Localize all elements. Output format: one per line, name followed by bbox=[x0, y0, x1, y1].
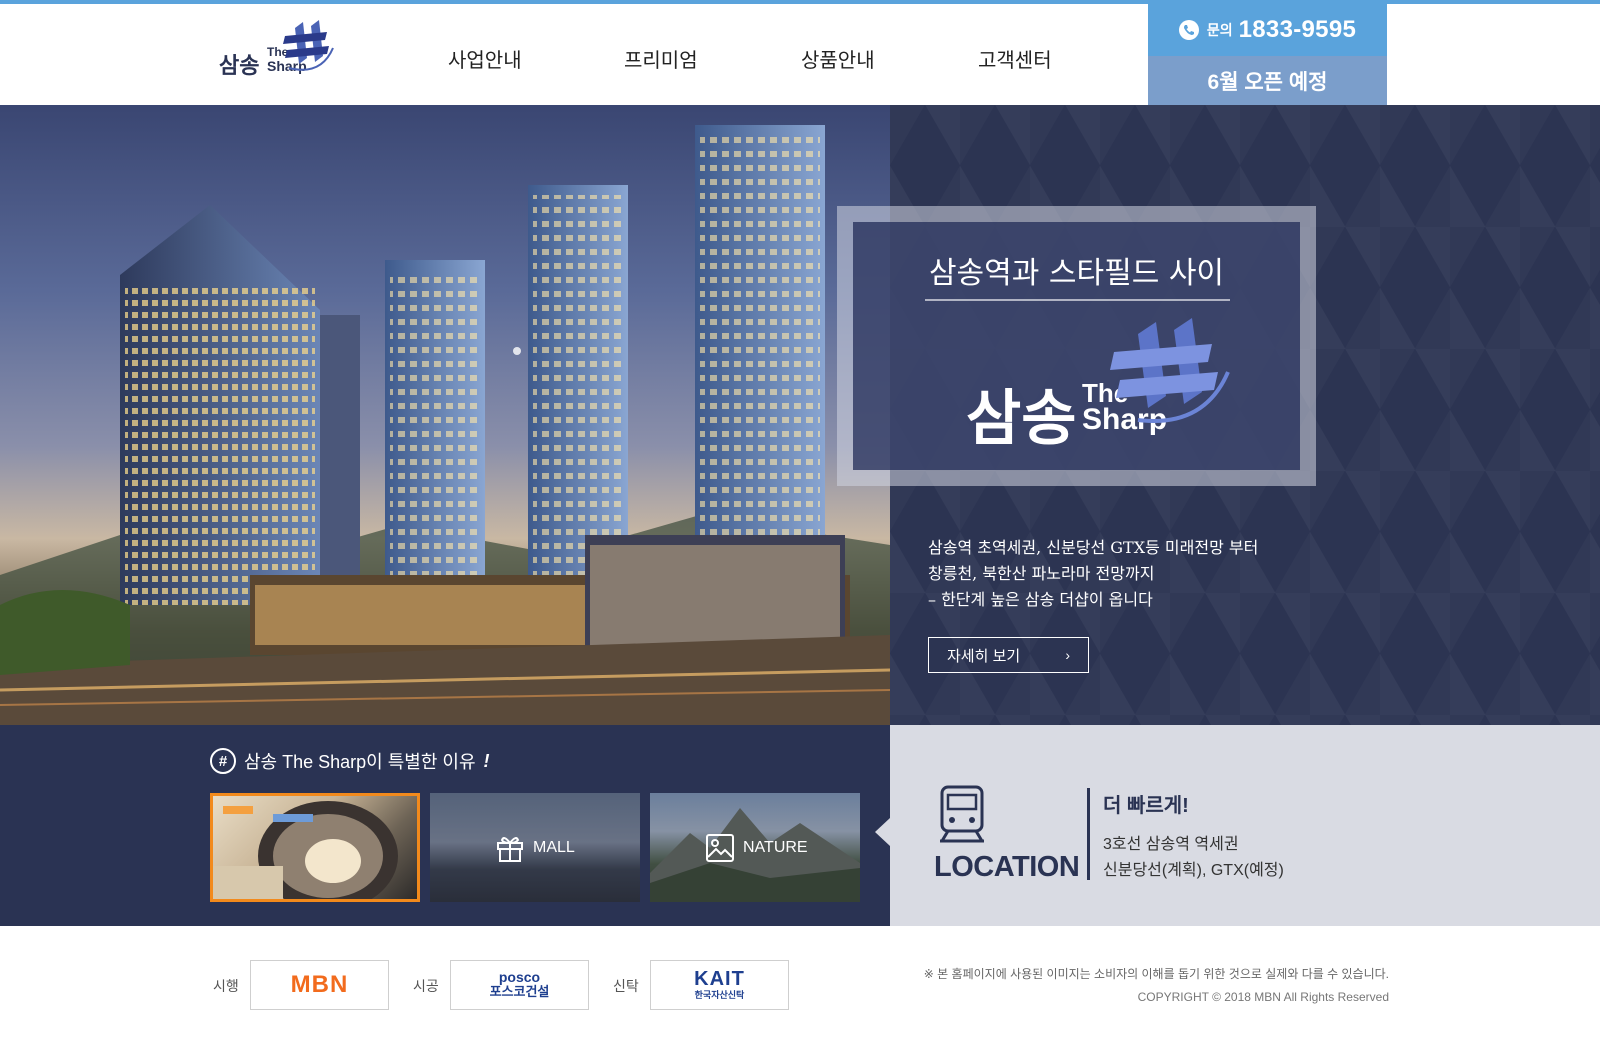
kait-logo-en: KAIT bbox=[694, 968, 745, 990]
building-illustration bbox=[0, 125, 890, 725]
hash-icon: # bbox=[210, 748, 236, 774]
kait-logo-ko: 한국자산신탁 bbox=[694, 990, 745, 1000]
hero-sharp-mark-icon bbox=[1110, 318, 1230, 423]
logo-korean: 삼송 bbox=[219, 53, 260, 78]
chevron-right-icon: › bbox=[1065, 647, 1070, 663]
partner-logo-posco: posco 포스코건설 bbox=[450, 960, 589, 1010]
more-details-button[interactable]: 자세히 보기 › bbox=[928, 637, 1089, 673]
reason-thumb-nature[interactable]: NATURE bbox=[650, 793, 860, 902]
gift-icon bbox=[497, 837, 523, 862]
desc-line-1: 삼송역 초역세권, 신분당선 GTX등 미래전망 부터 bbox=[928, 538, 1259, 557]
section-pointer bbox=[875, 818, 890, 846]
mbn-logo-text: MBN bbox=[290, 971, 349, 998]
main-nav: 사업안내 프리미엄 상품안내 고객센터 bbox=[430, 44, 1080, 74]
location-headline: 더 빠르게! bbox=[1103, 795, 1189, 817]
mall-label-text: MALL bbox=[533, 839, 575, 856]
more-details-label: 자세히 보기 bbox=[947, 647, 1021, 665]
reasons-title-text: 삼송 The Sharp이 특별한 이유 bbox=[244, 752, 476, 772]
location-divider bbox=[1087, 788, 1090, 880]
nav-products[interactable]: 상품안내 bbox=[801, 44, 875, 73]
posco-logo-en: posco bbox=[498, 969, 541, 985]
desc-line-2: 창릉천, 북한산 파노라마 전망까지 bbox=[928, 564, 1155, 583]
site-logo[interactable]: 삼송 The Sharp bbox=[219, 16, 349, 86]
location-section bbox=[890, 725, 1600, 926]
phone-label: 문의 bbox=[1206, 22, 1233, 38]
nature-label-text: NATURE bbox=[743, 839, 808, 856]
nav-customer-center[interactable]: 고객센터 bbox=[978, 44, 1052, 73]
hero-slogan: 삼송역과 스타필드 사이 bbox=[928, 256, 1225, 291]
partner-role-constructor: 시공 bbox=[413, 978, 439, 994]
partner-role-trust: 신탁 bbox=[613, 978, 639, 994]
slogan-divider bbox=[925, 299, 1230, 301]
nature-label: NATURE bbox=[705, 833, 808, 863]
sharp-mark-icon bbox=[283, 20, 334, 71]
nav-business[interactable]: 사업안내 bbox=[448, 44, 522, 73]
posco-logo-ko: 포스코건설 bbox=[489, 984, 550, 999]
mall-label: MALL bbox=[495, 833, 575, 863]
reasons-title-mark: ! bbox=[483, 750, 490, 771]
location-title: LOCATION bbox=[934, 851, 1080, 883]
reason-thumb-mall[interactable]: MALL bbox=[430, 793, 640, 902]
image-disclaimer: ※ 본 홈페이지에 사용된 이미지는 소비자의 이해를 돕기 위한 것으로 실제… bbox=[923, 967, 1389, 981]
reason-thumb-subway[interactable] bbox=[210, 793, 420, 902]
subway-station-photo bbox=[213, 801, 398, 899]
train-icon bbox=[940, 785, 984, 843]
partner-logo-kait: KAIT 한국자산신탁 bbox=[650, 960, 789, 1010]
image-icon bbox=[706, 834, 734, 862]
desc-line-3: – 한단계 높은 삼송 더샵이 옵니다 bbox=[928, 590, 1153, 609]
open-notice: 6월 오픈 예정 bbox=[1148, 56, 1387, 105]
site-header: 삼송 The Sharp 사업안내 프리미엄 상품안내 고객센터 문의 1833… bbox=[0, 4, 1600, 105]
copyright: COPYRIGHT © 2018 MBN All Rights Reserved bbox=[1137, 990, 1389, 1004]
location-line-1: 3호선 삼송역 역세권 bbox=[1103, 836, 1239, 853]
nav-premium[interactable]: 프리미엄 bbox=[624, 44, 698, 73]
contact-box: 문의 1833-9595 6월 오픈 예정 bbox=[1148, 4, 1387, 105]
phone-icon bbox=[1178, 20, 1199, 40]
phone-number: 1833-9595 bbox=[1238, 16, 1357, 43]
site-footer bbox=[0, 926, 1600, 1050]
reasons-title: # 삼송 The Sharp이 특별한 이유 ! bbox=[210, 748, 490, 774]
hero-building-image bbox=[0, 105, 890, 725]
partner-logo-mbn: MBN bbox=[250, 960, 389, 1010]
hero-logo-korean: 삼송 bbox=[966, 385, 1077, 452]
phone-inquiry[interactable]: 문의 1833-9595 bbox=[1148, 4, 1387, 56]
hero-description: 삼송역 초역세권, 신분당선 GTX등 미래전망 부터 창릉천, 북한산 파노라… bbox=[928, 535, 1258, 613]
partner-role-developer: 시행 bbox=[213, 978, 239, 994]
location-line-2: 신분당선(계획), GTX(예정) bbox=[1103, 862, 1284, 879]
